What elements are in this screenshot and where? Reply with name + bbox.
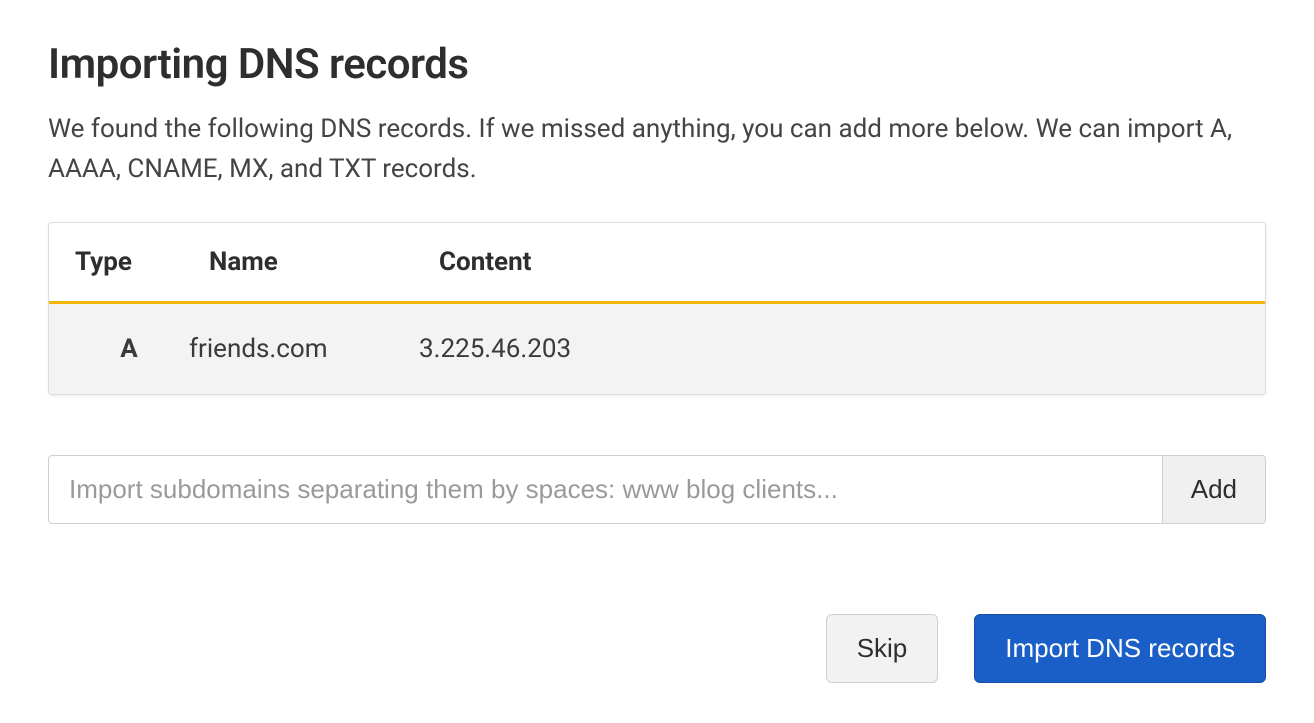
record-name: friends.com	[189, 334, 419, 364]
table-header-content: Content	[439, 247, 1245, 277]
import-dns-records-button[interactable]: Import DNS records	[974, 614, 1266, 683]
page-description: We found the following DNS records. If w…	[48, 109, 1266, 190]
add-button[interactable]: Add	[1162, 455, 1266, 524]
page-title: Importing DNS records	[48, 40, 1266, 89]
record-content: 3.225.46.203	[419, 334, 1245, 364]
table-header: Type Name Content	[49, 223, 1265, 304]
dns-records-table: Type Name Content A friends.com 3.225.46…	[48, 222, 1266, 395]
record-type: A	[69, 334, 189, 364]
table-row: A friends.com 3.225.46.203	[49, 304, 1265, 394]
table-header-name: Name	[209, 247, 439, 277]
subdomain-input[interactable]	[48, 455, 1162, 524]
subdomain-input-group: Add	[48, 455, 1266, 524]
table-header-type: Type	[69, 247, 209, 277]
action-buttons: Skip Import DNS records	[48, 614, 1266, 683]
skip-button[interactable]: Skip	[826, 614, 939, 683]
